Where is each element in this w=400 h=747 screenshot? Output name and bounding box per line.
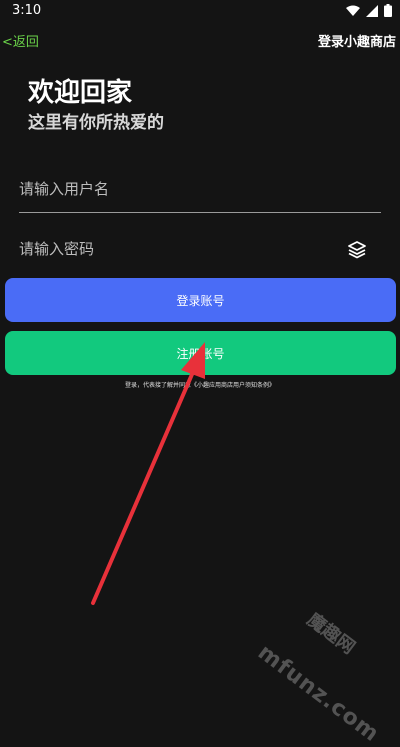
annotation-arrow <box>91 342 205 605</box>
